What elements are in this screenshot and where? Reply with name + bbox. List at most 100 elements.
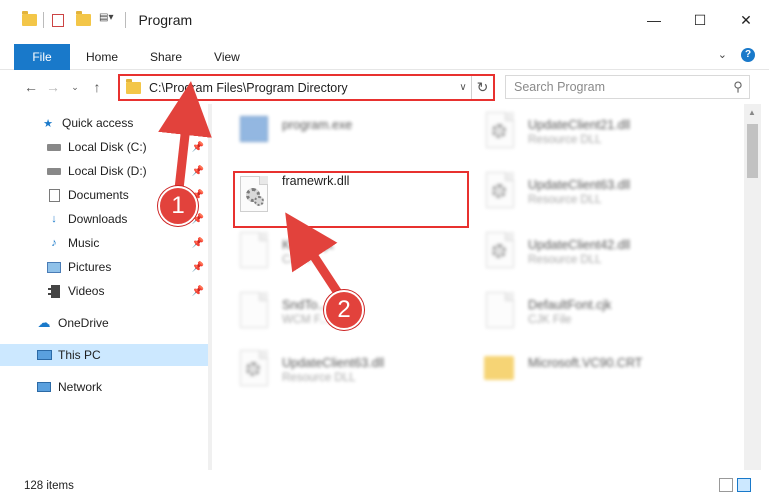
- file-item[interactable]: UpdateClient42.dll Resource DLL: [482, 230, 712, 286]
- sidebar-item-music[interactable]: ♪ Music 📌: [0, 232, 208, 254]
- view-toggle: [719, 478, 751, 492]
- file-name: UpdateClient21.dll: [528, 118, 631, 132]
- sidebar-item-label: Downloads: [68, 212, 128, 226]
- folder-icon: [126, 78, 141, 94]
- tab-home[interactable]: Home: [70, 44, 134, 70]
- search-input[interactable]: Search Program: [506, 80, 727, 94]
- sidebar-item-local-disk-d[interactable]: Local Disk (D:) 📌: [0, 160, 208, 182]
- close-button[interactable]: ✕: [723, 0, 769, 40]
- pin-icon: 📌: [191, 141, 204, 153]
- sidebar-item-network[interactable]: Network: [0, 376, 208, 398]
- up-arrow-icon[interactable]: ↑: [86, 79, 108, 95]
- file-icon: [482, 290, 518, 334]
- divider: [125, 12, 127, 28]
- file-item[interactable]: UpdateClient63.dll Resource DLL: [482, 170, 712, 226]
- pictures-icon: [46, 260, 62, 274]
- documents-icon: [46, 188, 62, 202]
- file-type: Resource DLL: [528, 134, 602, 146]
- new-folder-icon[interactable]: [76, 11, 91, 26]
- properties-icon[interactable]: [52, 13, 64, 27]
- music-icon: ♪: [51, 237, 57, 249]
- file-item[interactable]: UpdateClient63.dll Resource DLL: [236, 348, 466, 404]
- dll-icon: [482, 230, 518, 274]
- file-type: CJK F...: [282, 254, 323, 266]
- file-item[interactable]: DefaultFont.cjk CJK File: [482, 290, 712, 346]
- customize-toolbar-icon[interactable]: ▤▾: [99, 12, 113, 28]
- address-path[interactable]: C:\Program Files\Program Directory: [149, 81, 455, 95]
- folder-icon: [482, 348, 518, 392]
- pin-icon: 📌: [191, 285, 204, 297]
- dll-icon: [236, 348, 272, 392]
- file-item[interactable]: Microsoft.VC90.CRT: [482, 348, 712, 404]
- sidebar-item-label: This PC: [58, 348, 101, 362]
- maximize-button[interactable]: ☐: [677, 0, 723, 40]
- file-name: program.exe: [282, 118, 353, 132]
- file-name: UpdateClient63.dll: [528, 178, 631, 192]
- file-name: Ko...n.cjk: [282, 238, 334, 252]
- tab-file[interactable]: File: [14, 44, 70, 70]
- back-arrow-icon[interactable]: ←: [20, 79, 42, 95]
- file-name: UpdateClient42.dll: [528, 238, 631, 252]
- pin-icon: 📌: [191, 165, 204, 177]
- network-icon: [36, 380, 52, 394]
- large-icons-view-icon[interactable]: [737, 478, 751, 492]
- search-icon[interactable]: ⚲: [727, 79, 749, 95]
- tab-view[interactable]: View: [198, 44, 256, 70]
- sidebar-item-label: Music: [68, 236, 100, 250]
- ribbon-tabs: File Home Share View ⌄ ?: [0, 40, 769, 70]
- details-view-icon[interactable]: [719, 478, 733, 492]
- divider: [43, 12, 44, 28]
- item-count: 128 items: [24, 479, 74, 492]
- tab-share[interactable]: Share: [134, 44, 198, 70]
- sidebar-item-this-pc[interactable]: This PC: [0, 344, 208, 366]
- address-bar[interactable]: C:\Program Files\Program Directory ∨ ↻: [118, 74, 495, 101]
- file-icon: [236, 290, 272, 334]
- sidebar-item-label: Local Disk (D:): [68, 164, 147, 178]
- sidebar-item-quick-access[interactable]: ★ Quick access: [0, 112, 208, 134]
- forward-arrow-icon[interactable]: →: [42, 79, 64, 95]
- file-list-scrollbar[interactable]: ▲: [744, 104, 761, 470]
- file-item[interactable]: UpdateClient21.dll Resource DLL: [482, 110, 712, 166]
- ribbon-controls: ⌄ ?: [718, 40, 769, 69]
- sidebar-item-local-disk-c[interactable]: Local Disk (C:) 📌: [0, 136, 208, 158]
- refresh-icon[interactable]: ↻: [471, 76, 493, 99]
- file-type: Resource DLL: [528, 254, 602, 266]
- cloud-icon: ☁: [37, 315, 51, 330]
- file-icon: [236, 230, 272, 274]
- sidebar-item-label: OneDrive: [58, 316, 109, 330]
- folder-icon[interactable]: [22, 11, 37, 26]
- pin-icon: 📌: [191, 261, 204, 273]
- exe-icon: [236, 110, 272, 154]
- sidebar-item-videos[interactable]: Videos 📌: [0, 280, 208, 302]
- window-title: Program: [138, 12, 193, 28]
- help-icon[interactable]: ?: [741, 47, 755, 62]
- recent-locations-chevron-icon[interactable]: ⌄: [64, 82, 86, 93]
- status-bar: 128 items: [0, 470, 769, 501]
- sidebar-item-pictures[interactable]: Pictures 📌: [0, 256, 208, 278]
- file-item[interactable]: Ko...n.cjk CJK F...: [236, 230, 466, 286]
- window-controls: — ☐ ✕: [631, 0, 769, 40]
- minimize-button[interactable]: —: [631, 0, 677, 40]
- file-name: Microsoft.VC90.CRT: [528, 356, 643, 370]
- dll-icon: [482, 170, 518, 214]
- scroll-up-arrow-icon[interactable]: ▲: [748, 108, 756, 117]
- download-icon: ↓: [51, 213, 57, 225]
- callout-step-2: 2: [324, 290, 364, 330]
- sidebar-item-label: Network: [58, 380, 103, 394]
- sidebar-item-label: Local Disk (C:): [68, 140, 147, 154]
- scrollbar-thumb[interactable]: [747, 124, 758, 178]
- search-box[interactable]: Search Program ⚲: [505, 75, 750, 99]
- callout-step-1: 1: [158, 186, 198, 226]
- file-list: program.exe UpdateClient21.dll Resource D…: [212, 104, 744, 470]
- title-bar: ▤▾ Program — ☐ ✕: [0, 0, 769, 40]
- expand-ribbon-icon[interactable]: ⌄: [718, 48, 727, 61]
- file-name: DefaultFont.cjk: [528, 298, 612, 312]
- file-item[interactable]: program.exe: [236, 110, 466, 166]
- drive-icon: [46, 164, 62, 178]
- framewrk-highlight-box: [233, 171, 469, 228]
- computer-icon: [36, 348, 52, 362]
- chevron-down-icon[interactable]: ∨: [455, 82, 471, 93]
- file-type: CJK File: [528, 314, 572, 326]
- sidebar-item-label: Documents: [68, 188, 129, 202]
- sidebar-item-onedrive[interactable]: ☁ OneDrive: [0, 312, 208, 334]
